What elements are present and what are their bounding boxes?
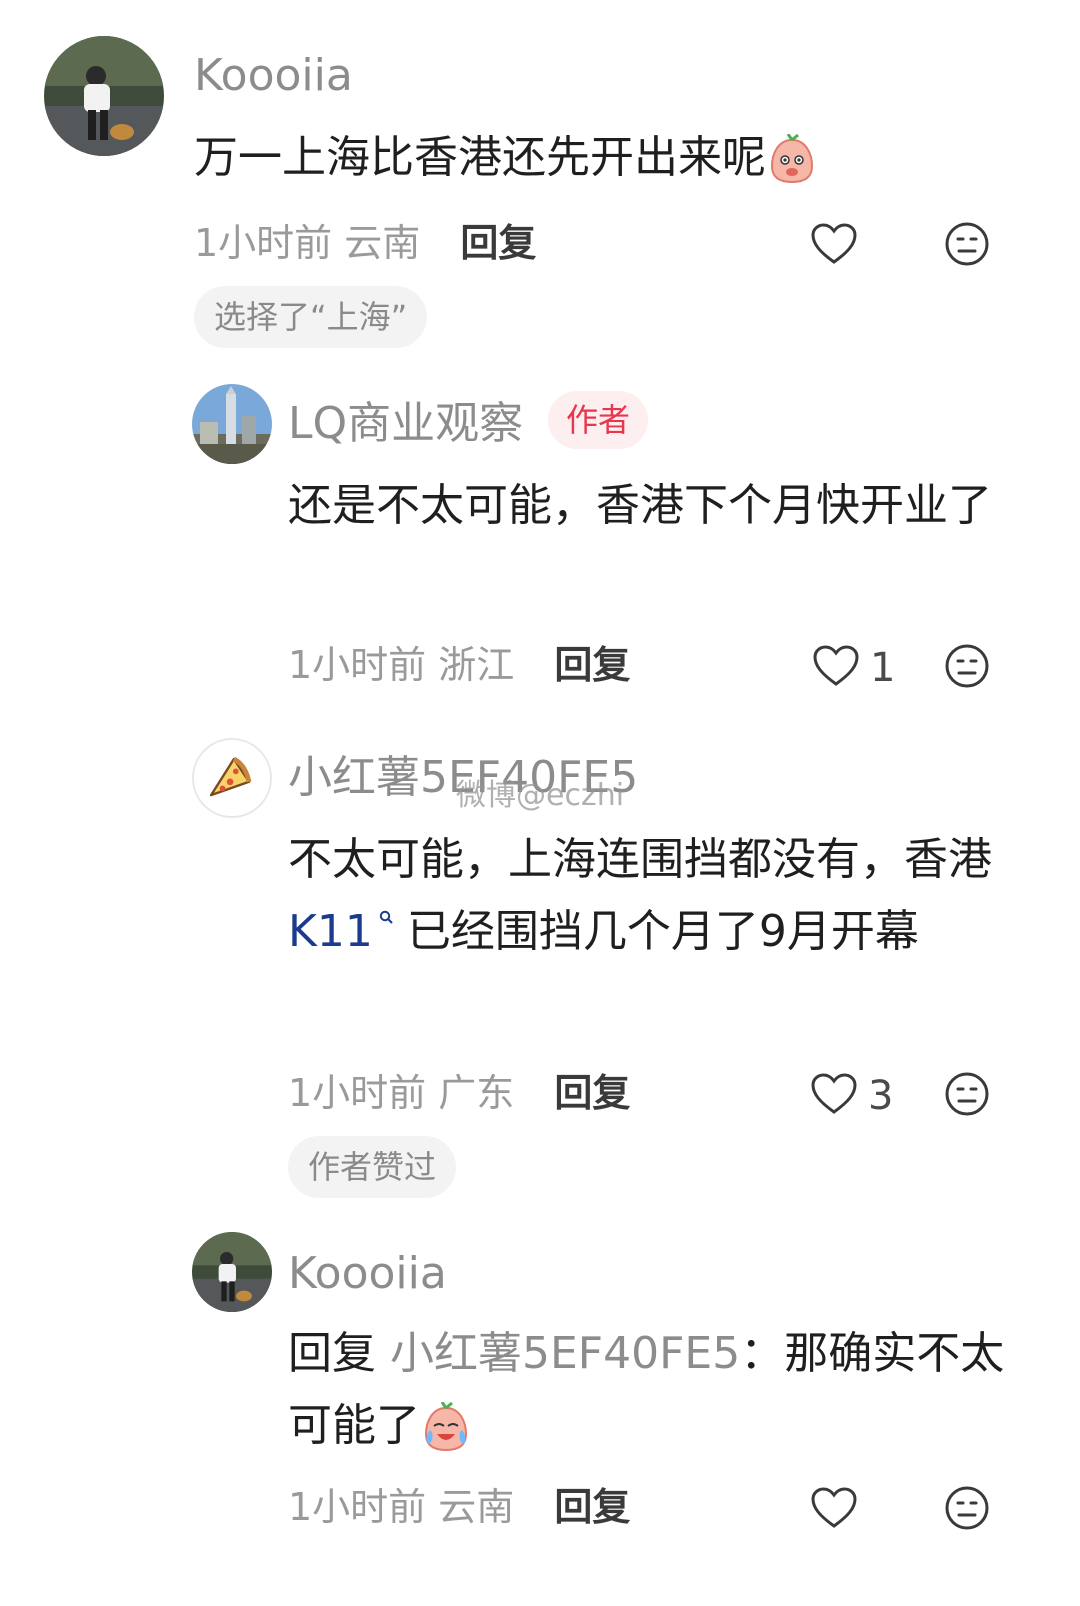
comment-time: 1小时前 bbox=[288, 1071, 427, 1115]
comment-text: 回复 小红薯5EF40FE5：那确实不太可能了 bbox=[288, 1318, 1018, 1462]
comment-text: 不太可能，上海连围挡都没有，香港 K11 已经围挡几个月了9月开幕 bbox=[288, 834, 992, 957]
author-badge: 作者 bbox=[548, 391, 649, 449]
comment-text: 还是不太可能，香港下个月快开业了 bbox=[288, 480, 992, 531]
neutral-face-icon[interactable] bbox=[944, 1485, 990, 1531]
avatar[interactable] bbox=[44, 36, 164, 156]
comment-text: 万一上海比香港还先开出来呢 bbox=[194, 122, 1054, 194]
comment-location: 云南 bbox=[438, 1485, 515, 1529]
author-liked-tag: 作者赞过 bbox=[288, 1136, 457, 1198]
watermark: 微博@eczhi bbox=[456, 778, 625, 813]
like-count: 3 bbox=[868, 1073, 894, 1119]
comment-meta: 1小时前 云南 回复 bbox=[288, 1488, 630, 1526]
like-heart-icon[interactable] bbox=[810, 1486, 858, 1530]
pizza-icon bbox=[209, 756, 252, 797]
like-heart-icon[interactable] bbox=[810, 1072, 858, 1116]
like-heart-icon[interactable] bbox=[812, 644, 860, 688]
reply-button[interactable]: 回复 bbox=[554, 1485, 630, 1529]
avatar[interactable] bbox=[192, 384, 272, 464]
crying-laugh-emoji-icon bbox=[424, 1402, 468, 1452]
comment-meta: 1小时前 广东 回复 bbox=[288, 1074, 630, 1112]
comment-location: 浙江 bbox=[438, 643, 515, 687]
like-heart-icon[interactable] bbox=[810, 222, 858, 266]
k11-link[interactable]: K11 bbox=[288, 906, 393, 957]
reply-button[interactable]: 回复 bbox=[460, 221, 536, 265]
reply-button[interactable]: 回复 bbox=[554, 643, 630, 687]
reply-button[interactable]: 回复 bbox=[554, 1071, 630, 1115]
mention-link[interactable]: 小红薯5EF40FE5 bbox=[390, 1328, 740, 1379]
like-count: 1 bbox=[870, 645, 896, 691]
comment-meta: 1小时前 浙江 回复 bbox=[288, 646, 630, 684]
comment-meta: 1小时前 云南 回复 bbox=[194, 224, 536, 262]
comment-location: 广东 bbox=[438, 1071, 515, 1115]
comment-username[interactable]: Koooiia bbox=[288, 1252, 447, 1296]
comment-username[interactable]: LQ商业观察 bbox=[288, 402, 523, 446]
neutral-face-icon[interactable] bbox=[944, 221, 990, 267]
comment-location: 云南 bbox=[344, 221, 421, 265]
search-icon bbox=[379, 910, 393, 924]
avatar[interactable] bbox=[192, 738, 272, 818]
comment-time: 1小时前 bbox=[194, 221, 333, 265]
comment-username[interactable]: Koooiia bbox=[194, 54, 353, 98]
comment-time: 1小时前 bbox=[288, 643, 427, 687]
neutral-face-icon[interactable] bbox=[944, 1071, 990, 1117]
avatar[interactable] bbox=[192, 1232, 272, 1312]
vote-tag: 选择了“上海” bbox=[194, 286, 428, 348]
blush-emoji-icon bbox=[770, 134, 814, 184]
comment-time: 1小时前 bbox=[288, 1485, 427, 1529]
neutral-face-icon[interactable] bbox=[944, 643, 990, 689]
